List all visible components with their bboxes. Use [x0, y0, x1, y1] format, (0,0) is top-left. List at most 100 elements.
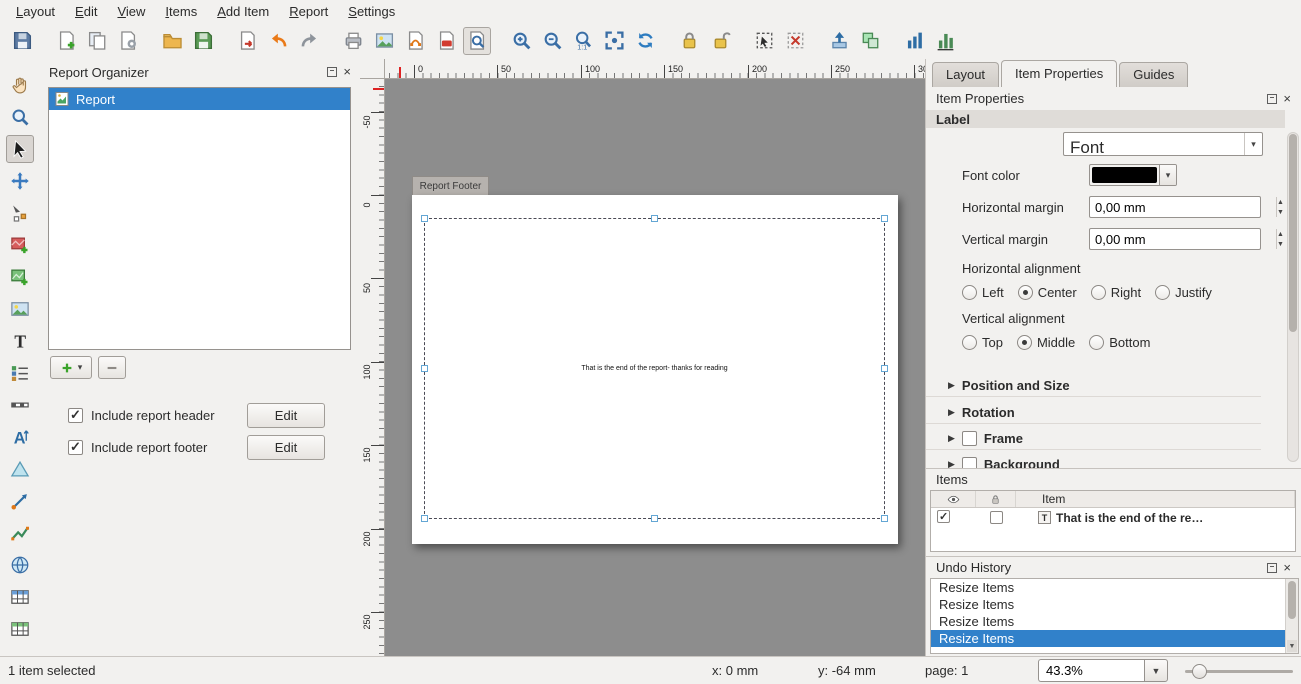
- item-row[interactable]: T That is the end of the re…: [931, 508, 1295, 527]
- print-icon[interactable]: [339, 27, 367, 55]
- edit-header-button[interactable]: Edit: [247, 403, 325, 428]
- add-html-icon[interactable]: [6, 551, 34, 579]
- zoom-actual-icon[interactable]: 1:1: [569, 27, 597, 55]
- horizontal-margin-input[interactable]: [1090, 197, 1276, 217]
- float-panel-icon[interactable]: [327, 67, 337, 77]
- save-project-icon[interactable]: [8, 27, 36, 55]
- close-panel-icon[interactable]: ×: [343, 67, 351, 77]
- undo-entry[interactable]: Resize Items: [931, 579, 1298, 596]
- add-node-item-icon[interactable]: [6, 519, 34, 547]
- chevron-down-icon[interactable]: ▼: [1144, 659, 1168, 682]
- add-section-button[interactable]: ▾: [50, 356, 92, 379]
- menu-settings[interactable]: Settings: [338, 2, 405, 21]
- item-visibility-checkbox[interactable]: [937, 510, 950, 523]
- font-color-button[interactable]: ▾: [1089, 164, 1177, 186]
- edit-nodes-tool-icon[interactable]: [6, 199, 34, 227]
- tab-layout[interactable]: Layout: [932, 62, 999, 87]
- group-rotation[interactable]: ▶ Rotation: [926, 401, 1261, 424]
- add-map-icon[interactable]: [6, 231, 34, 259]
- group-frame[interactable]: ▶ Frame: [926, 427, 1261, 450]
- add-arrow-icon[interactable]: [6, 487, 34, 515]
- export-image-icon[interactable]: [370, 27, 398, 55]
- add-scalebar-icon[interactable]: [6, 391, 34, 419]
- export-pdf-icon[interactable]: [432, 27, 460, 55]
- selection-handle[interactable]: [651, 215, 658, 222]
- selection-handle[interactable]: [651, 515, 658, 522]
- menu-report[interactable]: Report: [279, 2, 338, 21]
- selection-handle[interactable]: [421, 515, 428, 522]
- add-attribute-table-icon[interactable]: [6, 583, 34, 611]
- zoom-slider-handle[interactable]: [1192, 664, 1207, 679]
- export-svg-icon[interactable]: [401, 27, 429, 55]
- report-tree-item[interactable]: Report: [49, 88, 350, 110]
- background-checkbox[interactable]: [962, 457, 977, 469]
- group-background[interactable]: ▶ Background: [926, 453, 1261, 468]
- valign-top-radio[interactable]: Top: [962, 335, 1003, 350]
- move-content-tool-icon[interactable]: [6, 167, 34, 195]
- halign-left-radio[interactable]: Left: [962, 285, 1004, 300]
- undo-entry[interactable]: Resize Items: [931, 613, 1298, 630]
- refresh-view-icon[interactable]: [631, 27, 659, 55]
- select-move-tool-icon[interactable]: [6, 135, 34, 163]
- item-lock-checkbox[interactable]: [990, 511, 1003, 524]
- spin-up-icon[interactable]: ▲: [1277, 197, 1284, 207]
- scrollbar-thumb[interactable]: [1288, 581, 1296, 619]
- include-report-header-checkbox[interactable]: [68, 408, 83, 423]
- vertical-margin-spinbox[interactable]: ▲▼: [1089, 228, 1261, 250]
- add-3d-map-icon[interactable]: [6, 263, 34, 291]
- halign-right-radio[interactable]: Right: [1091, 285, 1141, 300]
- group-items-icon[interactable]: [856, 27, 884, 55]
- selection-handle[interactable]: [421, 365, 428, 372]
- float-panel-icon[interactable]: [1267, 94, 1277, 104]
- tab-item-properties[interactable]: Item Properties: [1001, 60, 1117, 87]
- valign-bottom-radio[interactable]: Bottom: [1089, 335, 1150, 350]
- menu-items[interactable]: Items: [155, 2, 207, 21]
- group-position-and-size[interactable]: ▶ Position and Size: [926, 374, 1261, 397]
- edit-footer-button[interactable]: Edit: [247, 435, 325, 460]
- deselect-all-icon[interactable]: [781, 27, 809, 55]
- selected-label-item[interactable]: That is the end of the report- thanks fo…: [424, 218, 885, 519]
- vertical-margin-input[interactable]: [1090, 229, 1276, 249]
- frame-checkbox[interactable]: [962, 431, 977, 446]
- distribute-items-icon[interactable]: [900, 27, 928, 55]
- unlock-items-icon[interactable]: [706, 27, 734, 55]
- halign-center-radio[interactable]: Center: [1018, 285, 1077, 300]
- add-north-arrow-icon[interactable]: A: [6, 423, 34, 451]
- open-template-icon[interactable]: [158, 27, 186, 55]
- select-all-icon[interactable]: [750, 27, 778, 55]
- valign-middle-radio[interactable]: Middle: [1017, 335, 1075, 350]
- close-panel-icon[interactable]: ×: [1283, 563, 1291, 573]
- tab-guides[interactable]: Guides: [1119, 62, 1188, 87]
- duplicate-layout-icon[interactable]: [83, 27, 111, 55]
- layout-manager-icon[interactable]: [114, 27, 142, 55]
- add-legend-icon[interactable]: [6, 359, 34, 387]
- spin-down-icon[interactable]: ▼: [1277, 207, 1284, 217]
- pan-tool-icon[interactable]: [6, 71, 34, 99]
- resize-items-icon[interactable]: [931, 27, 959, 55]
- undo-icon[interactable]: [264, 27, 292, 55]
- add-shape-icon[interactable]: [6, 455, 34, 483]
- undo-scrollbar[interactable]: ▼: [1285, 579, 1298, 653]
- selection-handle[interactable]: [881, 365, 888, 372]
- zoom-slider[interactable]: [1185, 670, 1293, 673]
- horizontal-margin-spinbox[interactable]: ▲▼: [1089, 196, 1261, 218]
- zoom-in-icon[interactable]: [507, 27, 535, 55]
- properties-scrollbar[interactable]: [1287, 132, 1299, 462]
- menu-view[interactable]: View: [107, 2, 155, 21]
- add-label-icon[interactable]: T: [6, 327, 34, 355]
- chevron-down-icon[interactable]: ▾: [1159, 165, 1176, 185]
- zoom-tool-icon[interactable]: [6, 103, 34, 131]
- selection-handle[interactable]: [881, 215, 888, 222]
- undo-entry-selected[interactable]: Resize Items: [931, 630, 1298, 647]
- export-report-icon[interactable]: [233, 27, 261, 55]
- spin-down-icon[interactable]: ▼: [1277, 239, 1284, 249]
- zoom-input[interactable]: [1038, 659, 1144, 682]
- font-combobox[interactable]: Font ▾: [1063, 132, 1263, 156]
- canvas-viewport[interactable]: Report Footer That is the end of the rep…: [385, 79, 925, 656]
- menu-edit[interactable]: Edit: [65, 2, 107, 21]
- halign-justify-radio[interactable]: Justify: [1155, 285, 1212, 300]
- include-report-footer-checkbox[interactable]: [68, 440, 83, 455]
- lock-items-icon[interactable]: [675, 27, 703, 55]
- add-picture-icon[interactable]: [6, 295, 34, 323]
- zoom-full-icon[interactable]: [600, 27, 628, 55]
